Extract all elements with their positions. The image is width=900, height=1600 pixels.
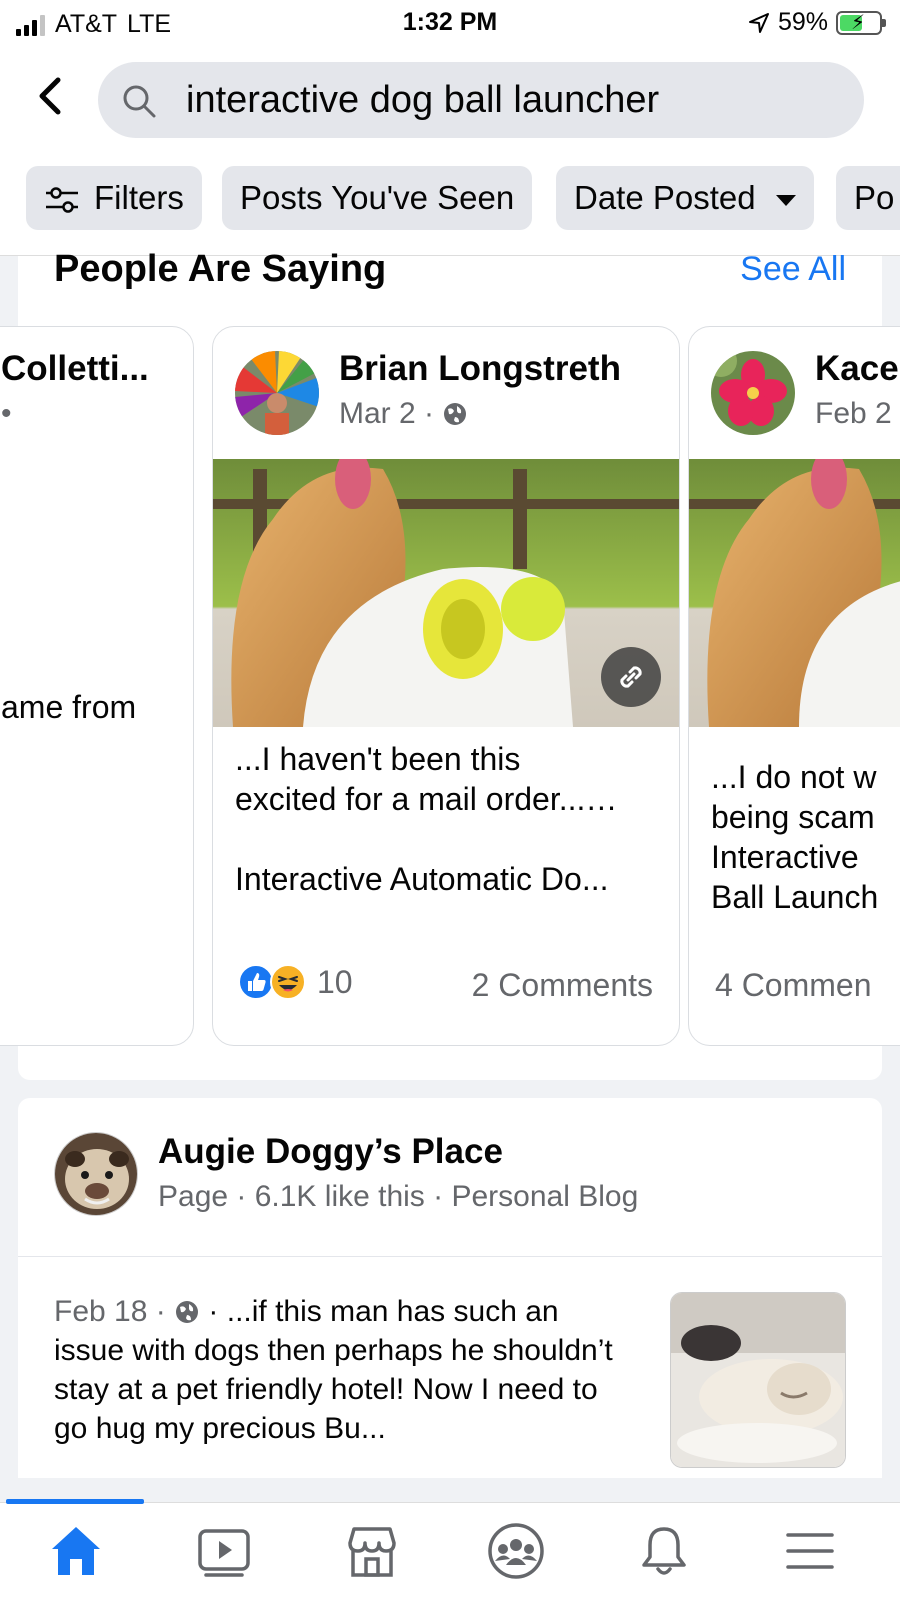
page-result-card[interactable]: Augie Doggy’s Place Page · 6.1K like thi… (18, 1098, 882, 1478)
haha-icon (270, 964, 306, 1000)
post-meta: • (1, 397, 12, 430)
search-input[interactable]: interactive dog ball launcher (98, 62, 864, 138)
divider (18, 1256, 882, 1257)
page-meta: Page · 6.1K like this · Personal Blog (158, 1180, 639, 1213)
see-all-link[interactable]: See All (740, 250, 846, 289)
post-author[interactable]: Brian Longstreth (339, 349, 621, 389)
back-button[interactable] (30, 74, 70, 118)
page-post-snippet[interactable]: Feb 18 · · ...if this man has such an is… (54, 1292, 634, 1448)
more-filter-chip-label: Po (854, 179, 895, 216)
post-snippet: ...I haven't been this excited for a mai… (235, 741, 618, 897)
avatar-image (235, 351, 319, 435)
post-snippet: ame from (1, 689, 137, 725)
marketplace-icon[interactable] (342, 1521, 402, 1581)
avatar-image (55, 1133, 137, 1215)
location-arrow-icon (748, 12, 769, 33)
avatar-image (711, 351, 795, 435)
post-card[interactable]: Kace Feb 2 ...I do not w being scam Inte… (688, 326, 900, 1046)
post-card[interactable]: Brian Longstreth Mar 2 · ...I haven't be… (212, 326, 680, 1046)
reactions[interactable]: 10 (237, 963, 353, 1001)
battery-percent: 59% (777, 8, 828, 36)
caret-down-icon (775, 194, 796, 206)
post-author[interactable]: Kace (815, 349, 899, 389)
chevron-left-icon (39, 77, 61, 115)
page-name[interactable]: Augie Doggy’s Place (158, 1132, 503, 1172)
sliders-icon (46, 187, 78, 214)
status-right: 59% ⚡ (748, 8, 886, 37)
avatar[interactable] (711, 351, 795, 435)
reaction-count: 10 (317, 963, 353, 1000)
section-title: People Are Saying (54, 248, 387, 290)
groups-icon[interactable] (486, 1521, 546, 1581)
posts-carousel[interactable]: Colletti... • ame from Brian Longstreth … (0, 326, 900, 1052)
post-author[interactable]: Colletti... (1, 349, 149, 389)
menu-icon[interactable] (780, 1521, 840, 1581)
post-card[interactable]: Colletti... • ame from (0, 326, 194, 1046)
home-icon[interactable] (46, 1521, 106, 1581)
search-header: interactive dog ball launcher (0, 46, 900, 150)
avatar[interactable] (235, 351, 319, 435)
search-query[interactable]: interactive dog ball launcher (186, 79, 659, 122)
globe-icon (444, 403, 467, 425)
posts-seen-chip-label: Posts You've Seen (240, 179, 515, 216)
page-post-date: Feb 18 · (54, 1295, 166, 1328)
post-date: Feb 2 (815, 397, 892, 430)
bottom-tab-bar (0, 1499, 900, 1600)
posts-seen-chip[interactable]: Posts You've Seen (222, 166, 533, 230)
status-bar: AT&T LTE 1:32 PM 59% ⚡ (0, 0, 900, 46)
active-tab-indicator (6, 1499, 144, 1504)
post-meta: Mar 2 · (339, 397, 468, 431)
more-filter-chip[interactable]: Po (836, 166, 900, 230)
comments-link[interactable]: 4 Commen (715, 967, 872, 1004)
post-image-ball-launcher[interactable] (689, 459, 900, 727)
comments-link[interactable]: 2 Comments (472, 967, 653, 1004)
date-posted-chip[interactable]: Date Posted (556, 166, 814, 230)
avatar[interactable] (54, 1132, 138, 1216)
globe-icon (176, 1301, 199, 1323)
notifications-icon[interactable] (634, 1521, 694, 1581)
filters-chip-label: Filters (94, 179, 184, 216)
battery-charging-icon: ⚡ (836, 10, 886, 35)
post-date: Mar 2 · (339, 397, 435, 430)
filters-chip[interactable]: Filters (26, 166, 202, 230)
video-icon[interactable] (194, 1521, 254, 1581)
filter-chips: Filters Posts You've Seen Date Posted Po (0, 150, 900, 256)
page-post-thumbnail[interactable] (670, 1292, 846, 1468)
link-icon[interactable] (601, 647, 661, 707)
search-icon (123, 85, 156, 118)
date-posted-chip-label: Date Posted (574, 179, 756, 216)
post-snippet: ...I do not w being scam Interactive Bal… (711, 759, 879, 915)
